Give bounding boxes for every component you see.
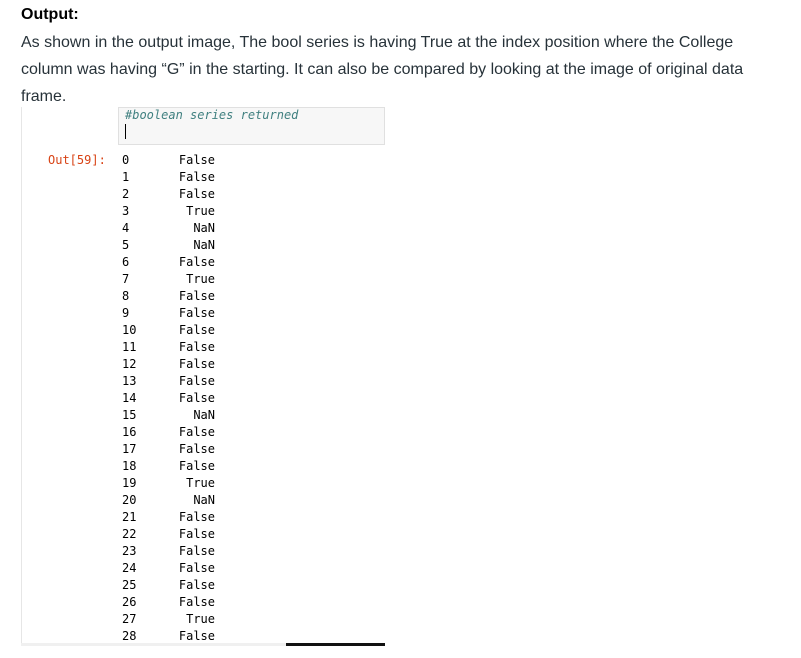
series-row: 19 True: [122, 475, 222, 492]
series-row: 21 False: [122, 509, 222, 526]
series-value: NaN: [193, 408, 215, 422]
horizontal-scrollbar[interactable]: [21, 643, 385, 646]
series-index: 7: [122, 272, 130, 286]
series-value: False: [178, 425, 215, 439]
series-index: 16: [122, 425, 137, 439]
series-index: 13: [122, 374, 137, 388]
series-value: False: [178, 374, 215, 388]
series-value: False: [178, 153, 215, 167]
series-row: 9 False: [122, 305, 222, 322]
series-row: 23 False: [122, 543, 222, 560]
boolean-series-output: 0 False 1 False 2 False 3 True 4 NaN 5 NaN 6 False 7 Tr…: [122, 152, 222, 645]
series-value: False: [178, 527, 215, 541]
series-value: False: [178, 442, 215, 456]
series-index: 24: [122, 561, 137, 575]
series-value: False: [178, 510, 215, 524]
series-value: False: [178, 544, 215, 558]
series-row: 18 False: [122, 458, 222, 475]
series-value: False: [178, 340, 215, 354]
series-index: 5: [122, 238, 130, 252]
series-value: False: [178, 459, 215, 473]
series-index: 27: [122, 612, 137, 626]
series-value: NaN: [193, 221, 215, 235]
series-value: False: [178, 391, 215, 405]
output-heading: Output:: [21, 6, 79, 23]
scrollbar-thumb[interactable]: [286, 643, 385, 646]
series-row: 1 False: [122, 169, 222, 186]
series-value: False: [178, 323, 215, 337]
output-description: As shown in the output image, The bool s…: [21, 34, 744, 105]
series-value: False: [178, 187, 215, 201]
code-comment: #boolean series returned: [125, 108, 299, 122]
series-index: 26: [122, 595, 137, 609]
series-row: 16 False: [122, 424, 222, 441]
series-index: 12: [122, 357, 137, 371]
series-index: 21: [122, 510, 137, 524]
series-value: False: [178, 289, 215, 303]
series-row: 22 False: [122, 526, 222, 543]
series-index: 15: [122, 408, 137, 422]
series-row: 11 False: [122, 339, 222, 356]
series-value: True: [186, 612, 215, 626]
series-index: 2: [122, 187, 130, 201]
series-index: 10: [122, 323, 137, 337]
series-index: 25: [122, 578, 137, 592]
series-row: 8 False: [122, 288, 222, 305]
series-index: 23: [122, 544, 137, 558]
series-value: False: [178, 595, 215, 609]
series-index: 4: [122, 221, 130, 235]
series-row: 27 True: [122, 611, 222, 628]
series-row: 26 False: [122, 594, 222, 611]
series-value: True: [186, 272, 215, 286]
series-index: 8: [122, 289, 130, 303]
series-row: 20 NaN: [122, 492, 222, 509]
series-index: 0: [122, 153, 130, 167]
series-value: False: [178, 578, 215, 592]
series-row: 14 False: [122, 390, 222, 407]
series-index: 9: [122, 306, 130, 320]
series-row: 17 False: [122, 441, 222, 458]
series-row: 15 NaN: [122, 407, 222, 424]
series-row: 4 NaN: [122, 220, 222, 237]
series-index: 18: [122, 459, 137, 473]
series-row: 5 NaN: [122, 237, 222, 254]
series-value: False: [178, 255, 215, 269]
series-row: 7 True: [122, 271, 222, 288]
series-index: 19: [122, 476, 137, 490]
series-row: 25 False: [122, 577, 222, 594]
series-index: 14: [122, 391, 137, 405]
series-row: 6 False: [122, 254, 222, 271]
series-index: 11: [122, 340, 137, 354]
series-row: 0 False: [122, 152, 222, 169]
series-index: 17: [122, 442, 137, 456]
series-value: True: [186, 204, 215, 218]
text-cursor: [125, 124, 126, 139]
series-index: 6: [122, 255, 130, 269]
output-prompt: Out[59]:: [48, 153, 106, 167]
series-row: 13 False: [122, 373, 222, 390]
series-index: 3: [122, 204, 130, 218]
series-index: 20: [122, 493, 137, 507]
series-row: 10 False: [122, 322, 222, 339]
series-row: 24 False: [122, 560, 222, 577]
notebook-output-image: #boolean series returned Out[59]: 0 False…: [21, 107, 386, 645]
series-index: 22: [122, 527, 137, 541]
series-value: NaN: [193, 238, 215, 252]
code-input-cell[interactable]: #boolean series returned: [118, 107, 385, 145]
series-index: 1: [122, 170, 130, 184]
series-value: False: [178, 306, 215, 320]
series-row: 2 False: [122, 186, 222, 203]
series-value: False: [178, 357, 215, 371]
series-value: False: [178, 561, 215, 575]
series-row: 12 False: [122, 356, 222, 373]
series-value: NaN: [193, 493, 215, 507]
series-value: True: [186, 476, 215, 490]
series-value: False: [178, 170, 215, 184]
series-row: 3 True: [122, 203, 222, 220]
